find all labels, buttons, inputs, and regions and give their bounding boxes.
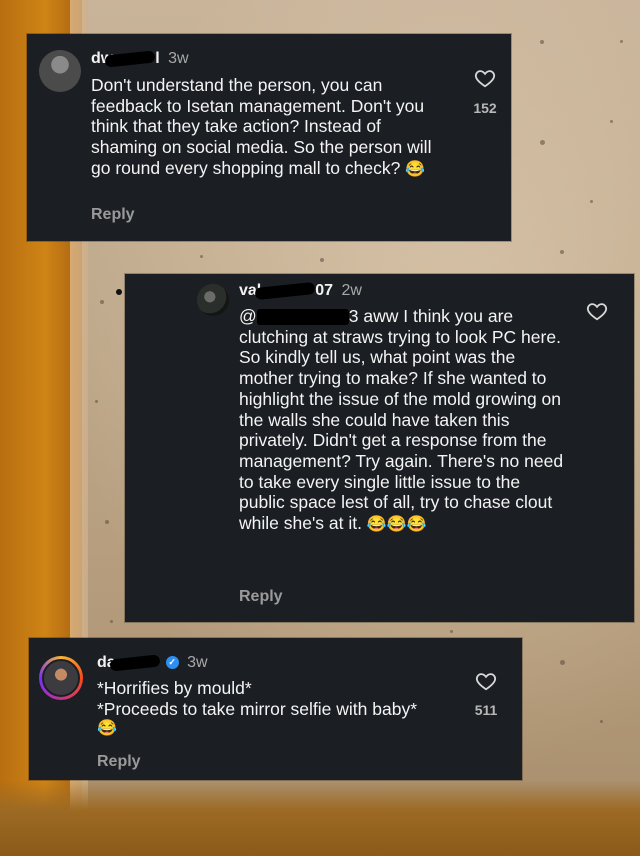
laugh-emoji: 😂 [97,720,117,738]
comment-line-1: *Horrifies by mould* [97,678,252,698]
wall-bottom-trim [0,780,640,856]
reply-button[interactable]: Reply [239,588,283,606]
comment-header: da ✓ 3w [97,654,208,672]
comment-card-2: val 07 2w @3 aww I think you are clutchin… [125,274,634,622]
comment-time: 2w [341,282,362,299]
mention-prefix[interactable]: @ [239,306,257,326]
comment-text: @3 aww I think you are clutching at stra… [239,306,569,536]
comment-card-1: dw l 3w Don't understand the person, you … [27,34,511,241]
comment-text: *Horrifies by mould* *Proceeds to take m… [97,678,477,740]
comment-time: 3w [187,654,208,671]
comment-header: val 07 2w [239,281,362,300]
mention-tail[interactable]: 3 [349,306,359,326]
redaction-mark [109,654,161,672]
laugh-emoji: 😂😂😂 [366,516,427,534]
comment-time: 3w [168,50,189,67]
avatar [42,659,80,697]
avatar[interactable] [39,50,81,92]
comment-header: dw l 3w [91,50,189,68]
thread-connector-dot [116,289,122,295]
laugh-emoji: 😂 [405,160,426,178]
heart-outline-icon[interactable] [475,670,497,692]
comment-line-2: *Proceeds to take mirror selfie with bab… [97,698,417,719]
comment-body: aww I think you are clutching at straws … [239,306,564,534]
username-tail[interactable]: 07 [315,282,333,299]
avatar[interactable] [197,284,229,316]
redaction-mark [254,281,316,300]
verified-badge-icon: ✓ [165,656,179,670]
heart-outline-icon[interactable] [474,67,496,89]
comment-body: Don't understand the person, you can fee… [91,75,432,178]
comment-text: Don't understand the person, you can fee… [91,75,451,181]
username-tail[interactable]: l [155,50,159,67]
reply-button[interactable]: Reply [97,753,141,771]
reply-button[interactable]: Reply [91,206,135,224]
story-ring-avatar[interactable] [39,656,83,700]
comment-card-3: da ✓ 3w *Horrifies by mould* *Proceeds to… [29,638,522,780]
redaction-mark [256,309,349,326]
like-count: 511 [474,702,498,718]
like-count: 152 [473,100,497,116]
heart-outline-icon[interactable] [586,300,608,322]
